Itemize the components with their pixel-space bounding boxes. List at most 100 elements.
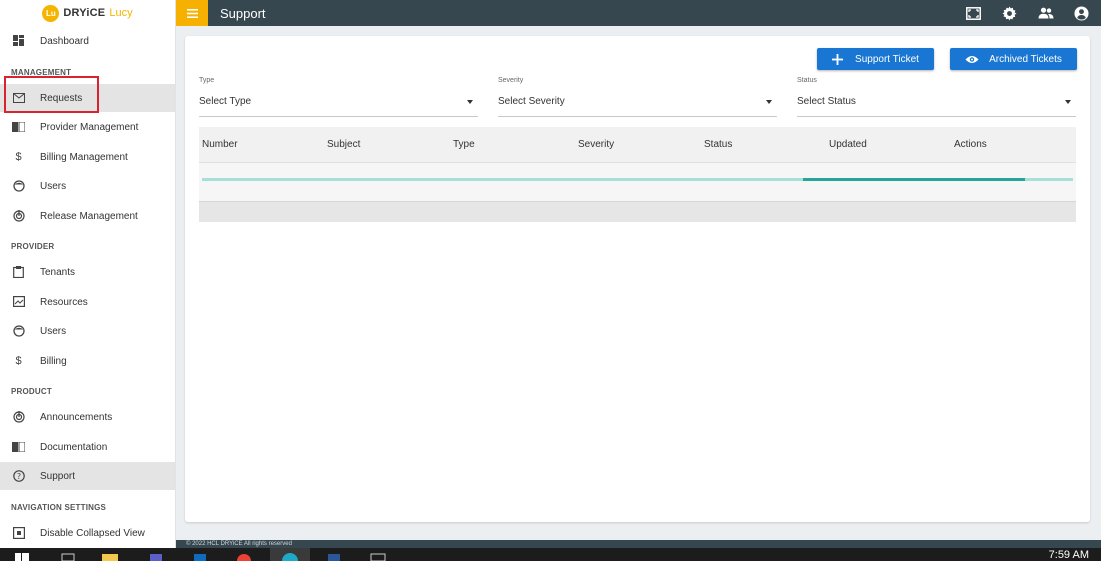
sidebar-item-dashboard[interactable]: Dashboard <box>0 27 175 55</box>
book-icon <box>12 440 25 453</box>
status-filter-label: Status <box>797 77 817 84</box>
page-title: Support <box>220 6 266 21</box>
window-icon[interactable] <box>370 551 386 561</box>
svg-text:?: ? <box>16 472 20 481</box>
image-icon <box>12 295 25 308</box>
sidebar-item-documentation[interactable]: Documentation <box>0 433 175 461</box>
status-select[interactable]: Select Status <box>797 90 1076 117</box>
sidebar: Lu DRYiCE Lucy Dashboard MANAGEMENT Requ… <box>0 0 176 548</box>
hamburger-icon <box>186 8 198 18</box>
brand-product: Lucy <box>109 7 133 19</box>
table-header: Number Subject Type Severity Status Upda… <box>199 127 1076 163</box>
face-icon <box>12 324 25 337</box>
people-icon <box>1038 7 1054 19</box>
sidebar-item-label: Tenants <box>40 266 76 278</box>
status-select-value: Select Status <box>797 96 856 107</box>
sidebar-item-provider-users[interactable]: Users <box>0 317 175 345</box>
sidebar-item-billing-management[interactable]: $ Billing Management <box>0 143 175 171</box>
sidebar-item-provider-management[interactable]: Provider Management <box>0 113 175 141</box>
sidebar-item-label: Users <box>40 325 67 337</box>
copyright-text: © 2022 HCL DRYiCE All rights reserved <box>186 541 292 547</box>
account-button[interactable] <box>1073 5 1089 21</box>
caret-down-icon <box>766 100 772 104</box>
teams-icon[interactable] <box>148 551 164 561</box>
caret-down-icon <box>1065 100 1071 104</box>
column-header-updated[interactable]: Updated <box>829 139 867 150</box>
section-provider: PROVIDER <box>11 242 55 251</box>
dollar-icon: $ <box>15 150 22 163</box>
caret-down-icon <box>467 100 473 104</box>
table-loading-row <box>199 163 1076 201</box>
sidebar-item-support[interactable]: ? Support <box>0 462 175 490</box>
collapse-icon <box>12 526 25 539</box>
top-bar: Support <box>176 0 1101 26</box>
sidebar-item-release-management[interactable]: Release Management <box>0 202 175 230</box>
severity-filter-label: Severity <box>498 77 524 84</box>
column-header-actions: Actions <box>954 139 987 150</box>
section-navigation-settings: NAVIGATION SETTINGS <box>11 503 107 512</box>
settings-button[interactable] <box>1001 5 1017 21</box>
sidebar-item-label: Dashboard <box>40 35 89 47</box>
brand-logo[interactable]: Lu DRYiCE Lucy <box>0 0 175 26</box>
gear-icon <box>1001 5 1017 21</box>
account-circle-icon <box>1073 5 1089 21</box>
sidebar-item-label: Resources <box>40 296 88 308</box>
book-icon <box>12 120 25 133</box>
eye-icon <box>965 55 979 63</box>
radar-icon <box>12 209 25 222</box>
taskbar-clock[interactable]: 7:59 AM <box>1049 549 1089 561</box>
word-icon[interactable] <box>326 551 342 561</box>
support-ticket-button[interactable]: Support Ticket <box>817 48 934 70</box>
sidebar-item-users[interactable]: Users <box>0 172 175 200</box>
type-select-value: Select Type <box>199 96 252 107</box>
fullscreen-button[interactable] <box>965 5 981 21</box>
sidebar-item-label: Support <box>40 470 76 482</box>
face-icon <box>12 179 25 192</box>
type-filter-label: Type <box>199 77 215 84</box>
edge-icon <box>282 553 298 561</box>
sidebar-item-tenants[interactable]: Tenants <box>0 258 175 286</box>
help-icon: ? <box>12 469 25 482</box>
fullscreen-icon <box>965 6 981 20</box>
task-view-icon[interactable] <box>60 551 76 561</box>
loading-progress-track <box>202 178 1073 181</box>
table-empty-row <box>199 201 1076 222</box>
archived-tickets-label: Archived Tickets <box>989 53 1062 65</box>
sidebar-item-label: Documentation <box>40 441 108 453</box>
archived-tickets-button[interactable]: Archived Tickets <box>950 48 1077 70</box>
outlook-icon[interactable] <box>192 551 208 561</box>
users-button[interactable] <box>1038 5 1054 21</box>
sidebar-item-label: Billing <box>40 355 67 367</box>
sidebar-item-label: Billing Management <box>40 151 128 163</box>
menu-toggle-button[interactable] <box>176 0 208 26</box>
column-header-status[interactable]: Status <box>704 139 732 150</box>
plus-icon <box>832 53 844 65</box>
chrome-icon[interactable] <box>236 551 252 561</box>
sidebar-item-announcements[interactable]: Announcements <box>0 403 175 431</box>
sidebar-item-disable-collapsed-view[interactable]: Disable Collapsed View <box>0 519 175 547</box>
type-select[interactable]: Select Type <box>199 90 478 117</box>
sidebar-item-label: Release Management <box>40 210 138 222</box>
file-explorer-icon[interactable] <box>102 551 118 561</box>
severity-select[interactable]: Select Severity <box>498 90 777 117</box>
brand-badge: Lu <box>42 4 60 22</box>
radar-icon <box>12 410 25 423</box>
column-header-severity[interactable]: Severity <box>578 139 614 150</box>
brand-name: DRYiCE <box>63 7 106 19</box>
column-header-subject[interactable]: Subject <box>327 139 360 150</box>
sidebar-item-billing[interactable]: $ Billing <box>0 347 175 375</box>
active-app-tab[interactable] <box>270 548 310 561</box>
severity-select-value: Select Severity <box>498 96 565 107</box>
os-taskbar: 7:59 AM <box>0 548 1101 561</box>
column-header-number[interactable]: Number <box>202 139 238 150</box>
footer: © 2022 HCL DRYiCE All rights reserved <box>176 540 1101 548</box>
column-header-type[interactable]: Type <box>453 139 475 150</box>
windows-start-icon[interactable] <box>14 551 30 561</box>
sidebar-item-label: Disable Collapsed View <box>40 527 145 539</box>
support-ticket-label: Support Ticket <box>855 53 919 65</box>
sidebar-item-label: Users <box>40 180 67 192</box>
highlight-box <box>4 76 99 113</box>
dollar-icon: $ <box>15 354 22 367</box>
clipboard-icon <box>12 265 25 278</box>
sidebar-item-resources[interactable]: Resources <box>0 288 175 316</box>
